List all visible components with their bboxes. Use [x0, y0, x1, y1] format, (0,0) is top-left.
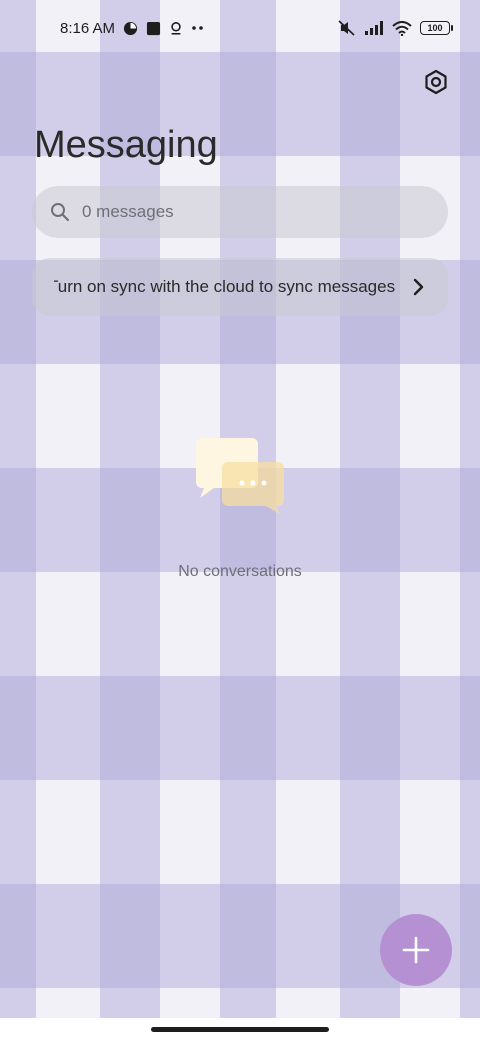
status-bar: 8:16 AM 100: [0, 0, 480, 56]
search-placeholder: 0 messages: [82, 202, 174, 221]
mute-icon: [338, 20, 355, 36]
home-indicator[interactable]: [151, 1026, 329, 1032]
status-time: 8:16 AM: [60, 19, 116, 37]
search-icon: [51, 203, 70, 222]
status-bar-right: 100: [338, 20, 453, 36]
sync-banner[interactable]: Turn on sync with the cloud to sync mess…: [32, 258, 448, 316]
empty-state-text: No conversations: [178, 563, 302, 580]
signal-icon: [365, 21, 383, 35]
search-input[interactable]: 0 messages: [32, 186, 448, 238]
wifi-icon: [392, 20, 412, 36]
app-square-icon: [146, 21, 161, 35]
new-message-button[interactable]: [380, 914, 452, 986]
status-bar-left: 8:16 AM: [60, 20, 205, 37]
notification-icon: [171, 21, 181, 35]
more-dots-icon: [192, 26, 203, 30]
page-title: Messaging: [34, 124, 218, 166]
settings-button[interactable]: [418, 64, 454, 100]
chevron-right-icon: [412, 278, 428, 296]
gear-icon: [425, 69, 447, 95]
sync-banner-text: Turn on sync with the cloud to sync mess…: [54, 277, 396, 296]
battery-icon: 100: [420, 21, 453, 35]
data-saver-icon: [123, 21, 138, 35]
battery-level: 100: [427, 23, 443, 33]
chat-bubbles-icon: [196, 436, 286, 516]
navigation-bar: [0, 1018, 480, 1040]
plus-icon: [402, 936, 430, 964]
